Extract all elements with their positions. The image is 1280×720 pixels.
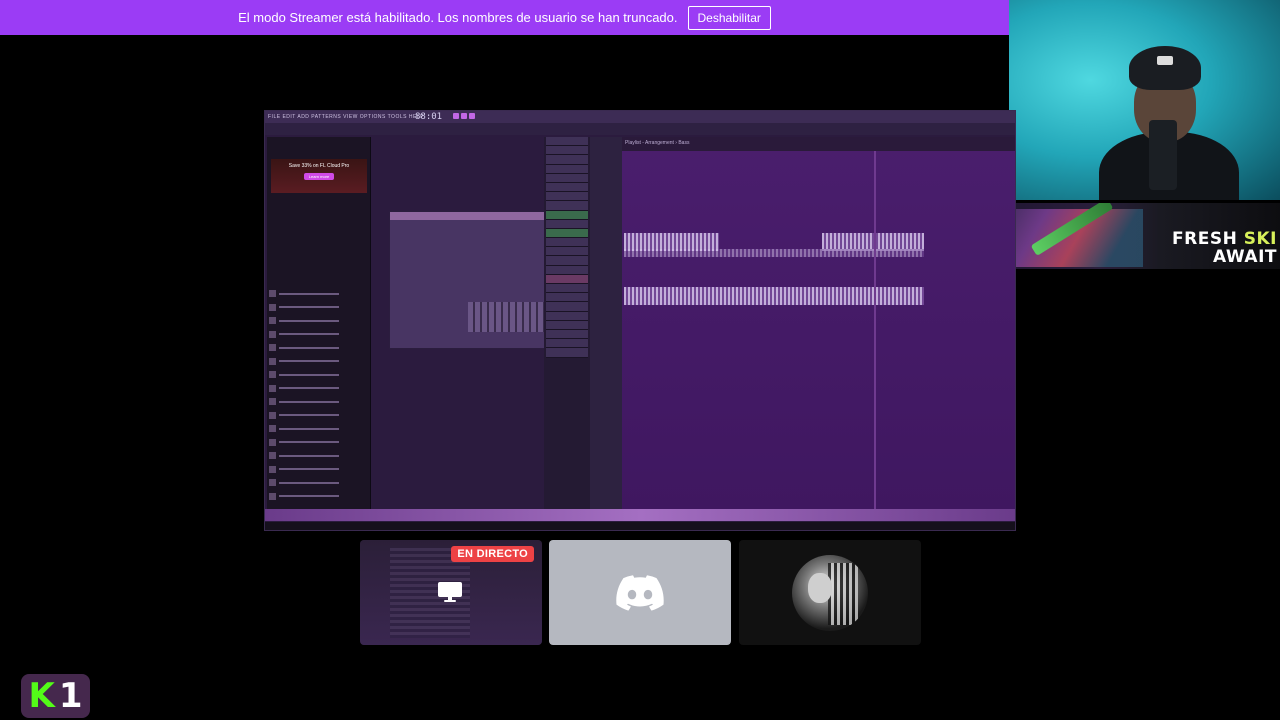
fl-playlist-title: Playlist - Arrangement › Bass	[622, 137, 1015, 151]
fl-mixer-tracks	[544, 137, 590, 511]
microphone-stand	[1149, 120, 1177, 190]
fl-ad-headline: Save 33% on FL Cloud Pro	[288, 163, 350, 169]
fl-stop-icon	[461, 113, 467, 119]
streamer-mode-message: El modo Streamer está habilitado. Los no…	[238, 10, 678, 25]
logo-number: 1	[58, 676, 83, 716]
playhead	[874, 151, 876, 511]
fl-sample-list	[269, 287, 369, 503]
sponsor-word-await: AWAIT	[1213, 247, 1277, 267]
shared-screen-fl-studio[interactable]: FILE EDIT ADD PATTERNS VIEW OPTIONS TOOL…	[264, 110, 1016, 531]
sponsor-text: FRESH SKI AWAIT	[1137, 230, 1277, 266]
streamer-mode-banner: El modo Streamer está habilitado. Los no…	[0, 0, 1009, 35]
fl-menu-bar: FILE EDIT ADD PATTERNS VIEW OPTIONS TOOL…	[268, 114, 424, 120]
disable-streamer-mode-button[interactable]: Deshabilitar	[687, 5, 771, 30]
fl-step-sequencer	[468, 302, 550, 332]
sponsor-word-fresh: FRESH	[1172, 229, 1238, 249]
monitor-icon	[438, 582, 462, 602]
participant-discord-tile[interactable]	[549, 540, 731, 645]
fl-record-icon	[469, 113, 475, 119]
sponsor-banner: FRESH SKI AWAIT	[979, 203, 1280, 269]
fl-play-icon	[453, 113, 459, 119]
fl-toolbar: FILE EDIT ADD PATTERNS VIEW OPTIONS TOOL…	[265, 111, 1015, 135]
stream-view: El modo Streamer está habilitado. Los no…	[0, 0, 1280, 720]
audio-clip	[624, 249, 924, 257]
webcam-feed	[1009, 0, 1280, 200]
participant-screen-share-tile[interactable]: EN DIRECTO	[360, 540, 542, 645]
logo-letter: K	[28, 676, 55, 716]
fl-playlist: Playlist - Arrangement › Bass	[622, 137, 1015, 511]
fl-browser-ad: Save 33% on FL Cloud Pro Learn more	[271, 159, 367, 193]
fl-channel-rack	[389, 211, 555, 349]
fl-track-names	[590, 137, 622, 511]
fl-browser-panel: Save 33% on FL Cloud Pro Learn more	[267, 137, 371, 519]
channel-logo: K 1	[21, 674, 90, 718]
sponsor-word-ski: SKI	[1243, 229, 1277, 249]
fl-ad-button: Learn more	[303, 173, 335, 180]
avatar	[792, 554, 868, 631]
windows-taskbar	[265, 522, 1015, 530]
participant-avatar-tile[interactable]	[739, 540, 921, 645]
discord-logo-icon	[616, 574, 664, 611]
fl-time-display: 88:01	[415, 112, 443, 122]
audio-clip	[624, 287, 924, 305]
live-badge: EN DIRECTO	[451, 546, 534, 562]
